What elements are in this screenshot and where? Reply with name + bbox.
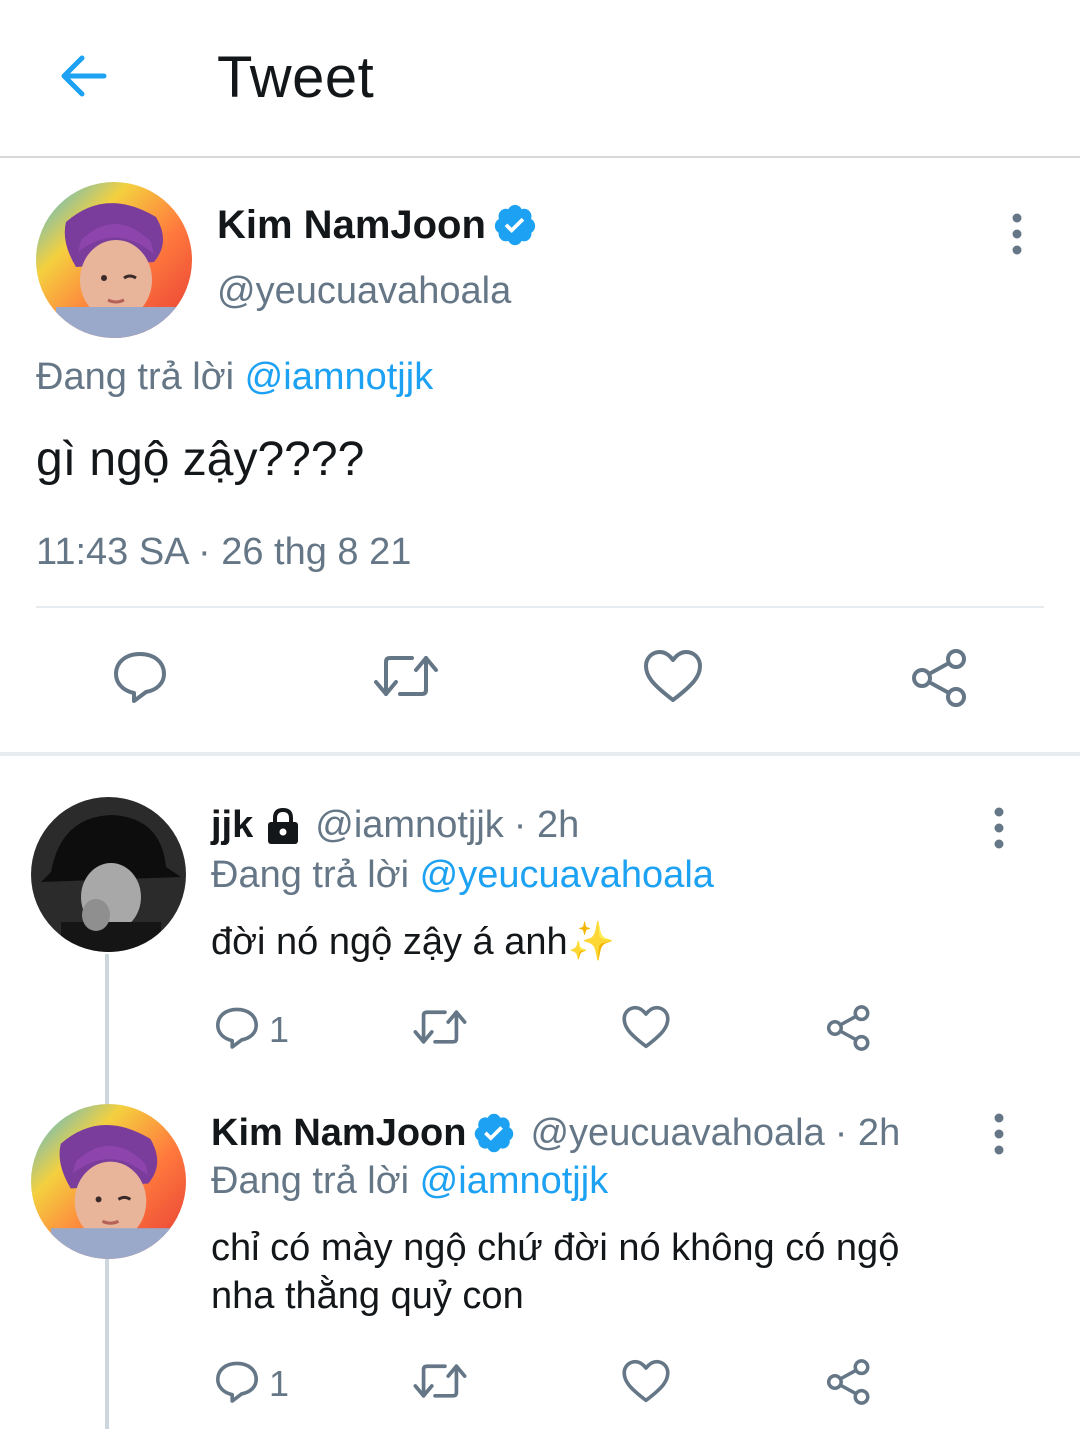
reply-icon [213, 1004, 261, 1055]
author-handle[interactable]: @yeucuavahoala [530, 1112, 824, 1155]
tweet-text-line: nha thằng quỷ con [211, 1275, 524, 1317]
reply-time: · 2h [513, 804, 580, 846]
replying-prefix: Đang trả lời [211, 1160, 410, 1202]
replying-prefix: Đang trả lời [36, 356, 235, 398]
tweet-text-line: chỉ có mày ngộ chứ đời nó không có ngộ [211, 1227, 900, 1269]
replying-mention-link[interactable]: @iamnotjjk [420, 1160, 609, 1202]
reply-count: 1 [269, 1008, 290, 1050]
tweet-text-body: đời nó ngộ zậy á anh [211, 921, 568, 963]
thread-line [105, 954, 109, 1094]
divider [36, 606, 1044, 608]
author-name[interactable]: jjk [211, 804, 253, 847]
replying-mention-link[interactable]: @yeucuavahoala [420, 854, 714, 896]
reply-tweet[interactable]: Kim NamJoon @yeucuavahoala · 2h Đang trả… [0, 1094, 1080, 1429]
author-name-row[interactable]: Kim NamJoon [217, 202, 538, 248]
author-name[interactable]: Kim NamJoon [211, 1112, 466, 1155]
avatar[interactable] [31, 797, 186, 952]
main-tweet: Kim NamJoon @yeucuavahoala Đang trả lời … [0, 160, 1080, 754]
thread-line [105, 1259, 109, 1429]
reply-header: Kim NamJoon @yeucuavahoala · 2h [211, 1111, 900, 1155]
replying-to: Đang trả lời @iamnotjjk [36, 356, 433, 399]
share-icon[interactable] [824, 1004, 874, 1052]
replying-prefix: Đang trả lời [211, 854, 410, 896]
replying-to: Đang trả lời @iamnotjjk [211, 1160, 608, 1203]
verified-badge-icon [492, 202, 538, 248]
like-icon[interactable] [621, 1358, 671, 1404]
arrow-left-icon[interactable] [52, 46, 116, 106]
tweet-text: đời nó ngộ zậy á anh✨ [211, 918, 615, 966]
reply-count: 1 [269, 1362, 290, 1404]
lock-icon [263, 806, 303, 846]
retweet-icon[interactable] [412, 1358, 468, 1404]
more-options-icon[interactable] [1002, 210, 1032, 260]
tweet-screen: Tweet Kim NamJoon @yeucuavahoala Đang tr… [0, 0, 1080, 1429]
reply-tweet[interactable]: jjk @iamnotjjk · 2h Đang trả lời @yeucua… [0, 756, 1080, 1094]
reply-time: · 2h [834, 1111, 901, 1154]
author-name: Kim NamJoon [217, 202, 486, 247]
like-icon[interactable] [642, 648, 704, 704]
thread-line [105, 1094, 109, 1104]
more-options-icon[interactable] [984, 1110, 1014, 1160]
reply-header: jjk @iamnotjjk · 2h [211, 804, 579, 847]
more-options-icon[interactable] [984, 804, 1014, 854]
share-icon[interactable] [908, 648, 972, 708]
verified-badge-icon [472, 1111, 516, 1155]
author-handle[interactable]: @iamnotjjk [315, 804, 504, 847]
tweet-text: chỉ có mày ngộ chứ đời nó không có ngộ n… [211, 1224, 899, 1320]
replying-mention-link[interactable]: @iamnotjjk [245, 356, 434, 398]
avatar[interactable] [31, 1104, 186, 1259]
top-app-bar: Tweet [0, 0, 1080, 158]
reply-icon [213, 1358, 261, 1409]
replying-to: Đang trả lời @yeucuavahoala [211, 854, 714, 897]
tweet-actions [0, 648, 1080, 708]
page-title: Tweet [217, 45, 375, 110]
author-handle[interactable]: @yeucuavahoala [217, 270, 511, 313]
sparkles-icon: ✨ [567, 921, 615, 963]
avatar[interactable] [36, 182, 192, 338]
like-icon[interactable] [621, 1004, 671, 1050]
retweet-icon[interactable] [372, 648, 440, 704]
share-icon[interactable] [824, 1358, 874, 1406]
reply-button[interactable]: 1 [213, 1004, 289, 1055]
retweet-icon[interactable] [412, 1004, 468, 1050]
reply-icon[interactable] [110, 648, 170, 704]
tweet-text: gì ngộ zậy???? [36, 433, 365, 486]
tweet-timestamp[interactable]: 11:43 SA · 26 thg 8 21 [36, 531, 411, 574]
reply-button[interactable]: 1 [213, 1358, 289, 1409]
